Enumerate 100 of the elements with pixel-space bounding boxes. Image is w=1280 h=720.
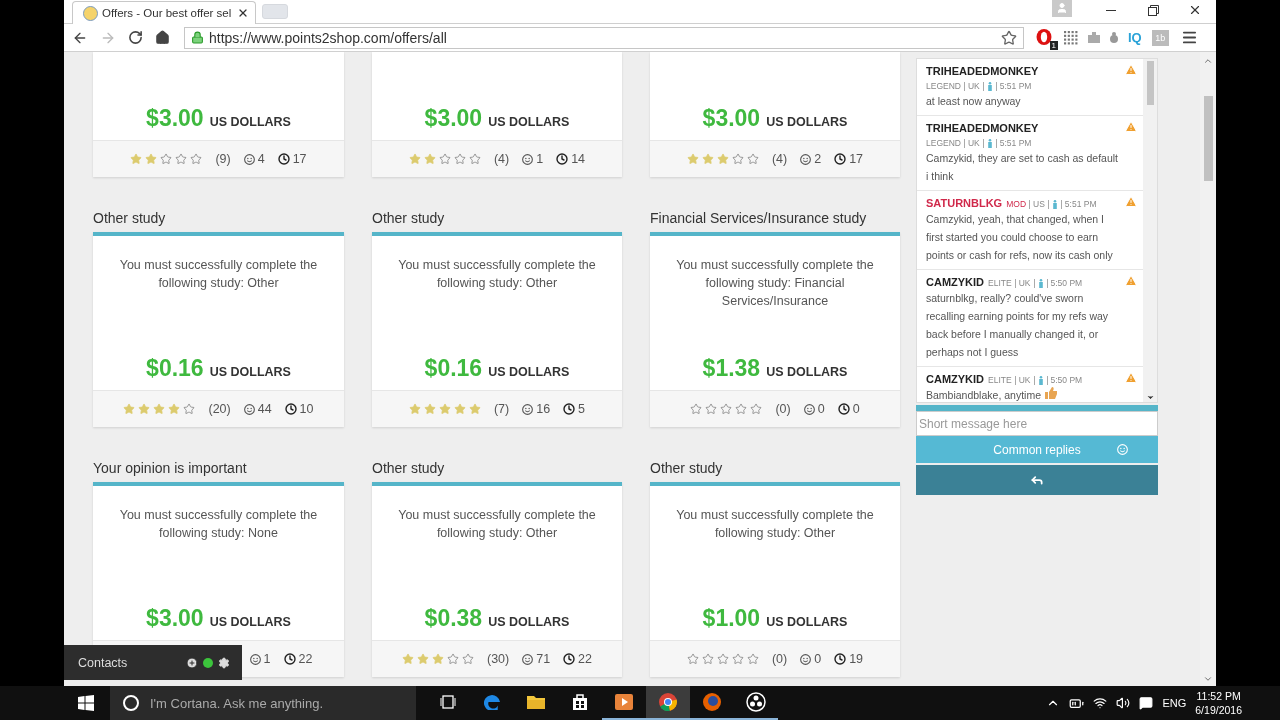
smiley-icon xyxy=(522,403,534,415)
star-icon xyxy=(183,403,196,415)
clock-icon xyxy=(556,153,569,165)
dotted-grid-icon[interactable] xyxy=(1064,30,1078,45)
offer-card[interactable]: You must successfully complete the following study: Financial Services/Insurance $1.38 US DOLLARS (0) 0 0 xyxy=(650,232,900,427)
scroll-down-icon[interactable] xyxy=(1145,393,1155,402)
volume-icon[interactable] xyxy=(1116,696,1131,710)
star-icon xyxy=(468,403,481,415)
cortana-search-box[interactable]: I'm Cortana. Ask me anything. xyxy=(110,686,416,720)
smile-count: 1 xyxy=(536,152,544,166)
smiley-icon xyxy=(243,403,255,415)
clock-icon xyxy=(284,403,297,415)
status-dot[interactable] xyxy=(203,657,213,668)
offer-card[interactable]: You must successfully complete the following study: Other $0.38 US DOLLARS (30) 71 22 xyxy=(372,482,622,677)
currency-label: US DOLLARS xyxy=(209,115,291,129)
menu-icon[interactable] xyxy=(1180,29,1198,46)
notification-icon[interactable] xyxy=(1139,696,1154,710)
chat-username[interactable]: CAMZYKID xyxy=(926,276,985,288)
offer-card[interactable]: You must successfully complete the following study: Other $0.16 US DOLLARS (20) 44 10 xyxy=(93,232,344,427)
user-rank: ELITE xyxy=(988,375,1012,385)
offer-title: Other study xyxy=(372,210,446,228)
smiley-icon xyxy=(249,653,261,665)
star-icon xyxy=(123,403,136,415)
contacts-bar[interactable]: Contacts xyxy=(64,645,242,680)
offer-description: You must successfully complete the following study: Financial Services/Insurance xyxy=(675,257,875,310)
settings-icon[interactable] xyxy=(218,656,230,669)
smiley-icon xyxy=(803,403,815,415)
offer-card[interactable]: $3.00 US DOLLARS (4) 1 14 xyxy=(372,52,622,177)
person-icon xyxy=(1037,278,1044,288)
bug-icon[interactable] xyxy=(1110,32,1118,43)
offer-price: $3.00 xyxy=(146,105,204,132)
reload-icon[interactable] xyxy=(128,30,143,45)
review-count: (9) xyxy=(215,152,231,166)
taskbar-clock[interactable]: 11:52 PM 6/19/2016 xyxy=(1195,689,1242,717)
chat-username[interactable]: CAMZYKID xyxy=(926,373,985,385)
message-time: 5:51 PM xyxy=(1064,199,1097,209)
smile-count: 4 xyxy=(257,152,265,166)
bookmark-star-icon[interactable] xyxy=(1001,29,1017,46)
offer-price: $3.00 xyxy=(424,105,483,132)
offer-description: You must successfully complete the following study: Other xyxy=(675,507,875,542)
smiley-icon xyxy=(800,653,812,665)
star-icon xyxy=(686,153,699,165)
lock-icon xyxy=(191,31,204,44)
scroll-up-icon[interactable] xyxy=(1203,56,1213,66)
firefox-logo-icon xyxy=(703,693,721,711)
star-icon xyxy=(716,153,729,165)
star-icon xyxy=(701,153,714,165)
chat-username[interactable]: TRIHEADEDMONKEY xyxy=(926,122,1039,134)
opera-logo-icon[interactable] xyxy=(1036,28,1052,45)
taskbar-app[interactable] xyxy=(646,686,690,720)
star-icon xyxy=(705,403,718,415)
close-tab-icon[interactable] xyxy=(237,7,249,19)
wifi-icon[interactable] xyxy=(1093,696,1108,710)
star-icon xyxy=(423,403,436,415)
chat-username[interactable]: TRIHEADEDMONKEY xyxy=(926,65,1039,77)
clock-icon xyxy=(834,153,847,165)
language-indicator[interactable]: ENG xyxy=(1162,697,1187,709)
home-icon[interactable] xyxy=(155,30,170,45)
message-text: Camzykid, yeah, that changed, when I first started you could choose to earn points or cash for refs, now its cash only xyxy=(926,213,1113,261)
star-icon xyxy=(438,153,451,165)
offer-price: $0.16 xyxy=(146,355,204,382)
person-icon xyxy=(1051,199,1058,209)
star-icon xyxy=(686,653,699,665)
user-rank: MOD xyxy=(1006,199,1027,209)
scroll-thumb[interactable] xyxy=(1203,96,1213,181)
message-text: saturnblkg, really? could've sworn recalling earning points for my refs way back before I manually changed it, or perhaps not I guess xyxy=(926,292,1109,358)
star-icon xyxy=(408,153,421,165)
star-icon xyxy=(175,153,188,165)
person-icon xyxy=(986,138,993,148)
message-time: 5:51 PM xyxy=(999,138,1032,148)
page-scrollbar[interactable] xyxy=(1200,52,1216,686)
offer-card[interactable]: $3.00 US DOLLARS (9) 4 17 xyxy=(93,52,344,177)
star-icon xyxy=(160,153,173,165)
windows-logo-icon xyxy=(78,695,94,711)
browser-tab[interactable]: Offers - Our best offer sel xyxy=(72,1,256,24)
offer-card[interactable]: $3.00 US DOLLARS (4) 2 17 xyxy=(650,52,900,177)
star-icon xyxy=(168,403,181,415)
user-country: UK xyxy=(967,81,980,91)
star-icon xyxy=(401,653,414,665)
offer-card[interactable]: You must successfully complete the following study: Other $0.16 US DOLLARS (7) 16 5 xyxy=(372,232,622,427)
offer-price: $3.00 xyxy=(146,605,204,632)
person-icon xyxy=(1037,375,1044,385)
chat-username[interactable]: SATURNBLKG xyxy=(926,197,1003,209)
star-icon xyxy=(750,403,763,415)
review-count: (0) xyxy=(775,402,791,416)
offer-description: You must successfully complete the following study: Other xyxy=(118,257,319,292)
smile-count: 16 xyxy=(536,402,551,416)
scroll-thumb[interactable] xyxy=(1146,61,1154,105)
restore-icon xyxy=(1147,4,1159,16)
smiley-icon xyxy=(1117,444,1128,455)
add-contact-icon[interactable] xyxy=(186,656,198,669)
star-icon xyxy=(453,153,466,165)
offer-card[interactable]: You must successfully complete the following study: Other $1.00 US DOLLARS (0) 0 19 xyxy=(650,482,900,677)
star-icon xyxy=(716,653,729,665)
smiley-icon xyxy=(243,153,255,165)
message-input[interactable]: Short message here xyxy=(916,411,1158,436)
task-view-icon xyxy=(440,695,456,709)
offer-description: You must successfully complete the following study: None xyxy=(118,507,319,542)
time-estimate: 5 xyxy=(578,402,586,416)
address-bar[interactable]: https://www.points2shop.com/offers/all xyxy=(184,26,1024,49)
